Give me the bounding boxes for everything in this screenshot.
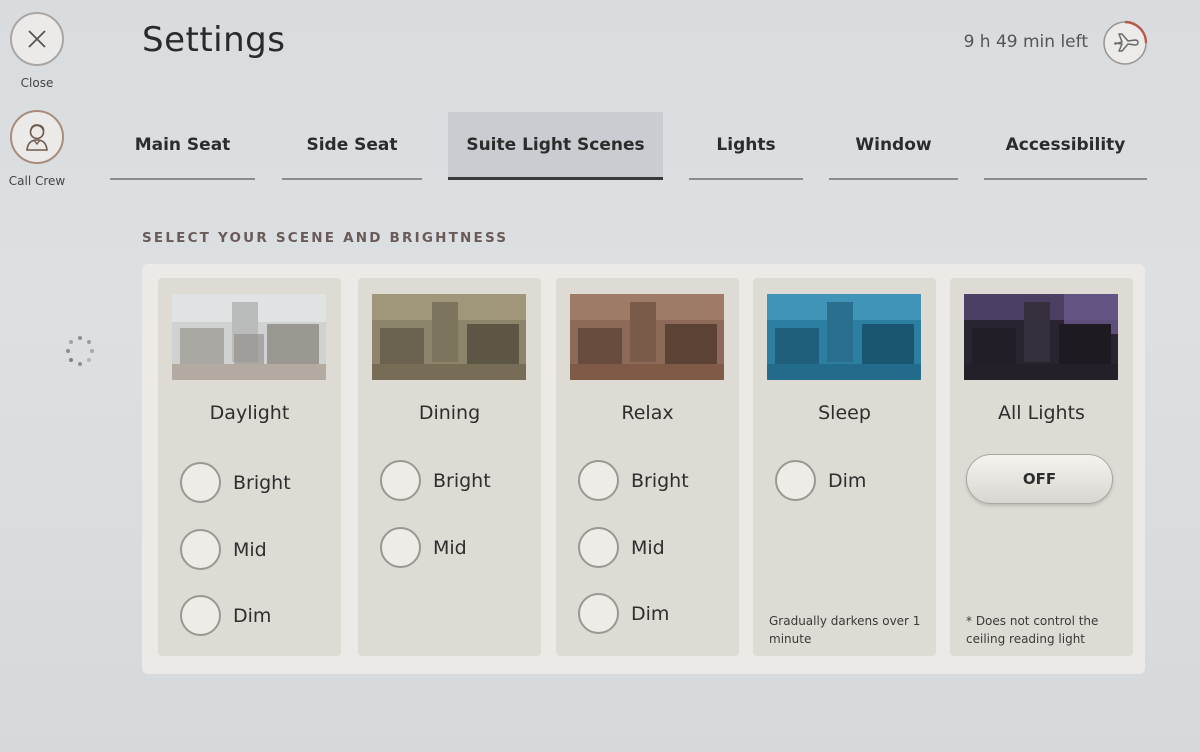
scene-panel: Daylight Bright Mid Dim Dining Bright Mi… [142, 264, 1145, 674]
option-relax-mid[interactable]: Mid [578, 527, 665, 568]
option-daylight-mid[interactable]: Mid [180, 529, 267, 570]
tab-suite-light-scenes[interactable]: Suite Light Scenes [448, 112, 663, 180]
sleep-scene-thumbnail [767, 294, 921, 380]
call-crew-button[interactable]: Call Crew [0, 110, 74, 188]
option-daylight-bright[interactable]: Bright [180, 462, 291, 503]
all-lights-off-button[interactable]: OFF [966, 454, 1113, 504]
scene-card-dining: Dining Bright Mid [358, 278, 541, 656]
radio-daylight-mid[interactable] [180, 529, 221, 570]
radio-relax-dim[interactable] [578, 593, 619, 634]
scene-card-all-lights: All Lights OFF * Does not control the ce… [950, 278, 1133, 656]
option-label: Dim [828, 469, 867, 492]
close-button[interactable]: Close [0, 12, 74, 90]
tab-lights[interactable]: Lights [689, 112, 803, 180]
daylight-scene-thumbnail [172, 294, 326, 380]
all-lights-scene-thumbnail [964, 294, 1118, 380]
sleep-note: Gradually darkens over 1 minute [769, 614, 921, 646]
option-daylight-dim[interactable]: Dim [180, 595, 271, 636]
option-dining-mid[interactable]: Mid [380, 527, 467, 568]
option-dining-bright[interactable]: Bright [380, 460, 491, 501]
tab-window[interactable]: Window [829, 112, 958, 180]
scene-card-sleep: Sleep Dim Gradually darkens over 1 minut… [753, 278, 936, 656]
close-label: Close [20, 76, 54, 90]
option-label: Mid [433, 536, 467, 559]
time-left-text: 9 h 49 min left [963, 32, 1088, 52]
radio-daylight-dim[interactable] [180, 595, 221, 636]
scene-title-daylight: Daylight [209, 402, 290, 424]
option-label: Mid [233, 538, 267, 561]
tab-side-seat[interactable]: Side Seat [282, 112, 422, 180]
tab-main-seat[interactable]: Main Seat [110, 112, 255, 180]
page-title: Settings [142, 20, 286, 60]
option-relax-dim[interactable]: Dim [578, 593, 669, 634]
left-rail: Close Call Crew [0, 0, 94, 752]
crew-member-icon[interactable] [10, 110, 64, 164]
scene-card-daylight: Daylight Bright Mid Dim [158, 278, 341, 656]
section-title: SELECT YOUR SCENE AND BRIGHTNESS [142, 230, 509, 246]
radio-daylight-bright[interactable] [180, 462, 221, 503]
call-crew-label: Call Crew [8, 174, 66, 188]
radio-dining-bright[interactable] [380, 460, 421, 501]
tab-bar: Main Seat Side Seat Suite Light Scenes L… [110, 112, 1150, 182]
option-label: Bright [233, 471, 291, 494]
spinner-icon [66, 336, 94, 366]
option-sleep-dim[interactable]: Dim [775, 460, 866, 501]
scene-title-relax: Relax [621, 402, 674, 424]
dining-scene-thumbnail [372, 294, 526, 380]
option-label: Mid [631, 536, 665, 559]
scene-title-sleep: Sleep [818, 402, 871, 424]
relax-scene-thumbnail [570, 294, 724, 380]
all-lights-note: * Does not control the ceiling reading l… [966, 614, 1099, 646]
option-label: Dim [233, 604, 272, 627]
scene-title-all-lights: All Lights [998, 402, 1085, 424]
scene-title-dining: Dining [418, 402, 481, 424]
close-icon[interactable] [10, 12, 64, 66]
radio-relax-mid[interactable] [578, 527, 619, 568]
radio-sleep-dim[interactable] [775, 460, 816, 501]
scene-card-relax: Relax Bright Mid Dim [556, 278, 739, 656]
radio-relax-bright[interactable] [578, 460, 619, 501]
tab-accessibility[interactable]: Accessibility [984, 112, 1147, 180]
airplane-icon[interactable] [1102, 20, 1148, 66]
radio-dining-mid[interactable] [380, 527, 421, 568]
option-relax-bright[interactable]: Bright [578, 460, 689, 501]
option-label: Bright [631, 469, 689, 492]
option-label: Dim [631, 602, 670, 625]
option-label: Bright [433, 469, 491, 492]
